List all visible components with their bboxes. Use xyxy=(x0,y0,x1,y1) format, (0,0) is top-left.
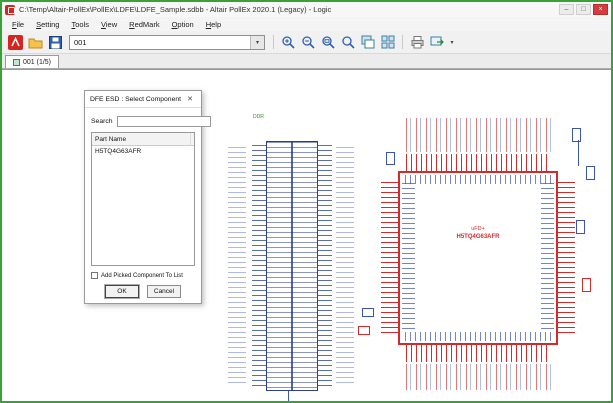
ic-label: uFD+ H5TQ4G63AFR xyxy=(400,225,556,242)
sheet-combobox-value: 001 xyxy=(74,38,87,47)
ic-pin-names-right xyxy=(541,183,554,333)
passive-component xyxy=(386,152,395,165)
passive-component xyxy=(576,220,585,234)
window-title: C:\Temp\Altair-PollEx\PollEx\LDFE\LDFE_S… xyxy=(19,5,331,14)
altair-logo-icon[interactable] xyxy=(6,33,24,51)
connector-pins-left xyxy=(252,145,266,387)
menu-redmark[interactable]: RedMark xyxy=(123,19,165,30)
tab-label: 001 (1/5) xyxy=(23,59,51,66)
ic-pins-right xyxy=(558,182,575,334)
select-component-dialog: DFE ESD : Select Component ✕ Search Part… xyxy=(84,90,202,304)
menu-bar: File Setting Tools View RedMark Option H… xyxy=(2,17,611,31)
ok-button[interactable]: OK xyxy=(105,285,139,298)
ic-pin-names-bottom xyxy=(405,332,551,341)
menu-setting[interactable]: Setting xyxy=(30,19,65,30)
passive-component xyxy=(572,128,581,142)
menu-help[interactable]: Help xyxy=(200,19,227,30)
ic-top-net-stubs xyxy=(406,118,556,152)
connector-body xyxy=(266,141,318,391)
checkbox-label: Add Picked Component To List xyxy=(101,273,183,279)
app-window: C:\Temp\Altair-PollEx\PollEx\LDFE\LDFE_S… xyxy=(0,0,613,403)
connector-pins-right xyxy=(318,145,332,387)
toolbar-separator xyxy=(273,35,274,49)
wire xyxy=(288,391,289,401)
maximize-button[interactable]: □ xyxy=(576,4,591,15)
net-class-note: DDR xyxy=(253,114,264,120)
save-icon[interactable] xyxy=(46,33,64,51)
dialog-title: DFE ESD : Select Component xyxy=(90,96,181,103)
sheet-tab-bar: 001 (1/5) xyxy=(2,54,611,69)
passive-component xyxy=(358,326,370,335)
toolbar-separator xyxy=(402,35,403,49)
cascade-windows-icon[interactable] xyxy=(359,33,377,51)
zoom-in-icon[interactable] xyxy=(279,33,297,51)
menu-file[interactable]: File xyxy=(6,19,30,30)
ddr-connector-symbol[interactable] xyxy=(252,141,332,391)
export-icon[interactable] xyxy=(428,33,446,51)
tab-sheet-001[interactable]: 001 (1/5) xyxy=(5,55,59,68)
toolbar-overflow-arrow[interactable]: ▾ xyxy=(448,39,456,46)
main-toolbar: 001 ▾ ▾ xyxy=(2,31,611,54)
ic-pins-left xyxy=(381,182,398,334)
ic-ref-label: uFD+ xyxy=(400,225,556,233)
schematic-canvas[interactable]: DDR uFD+ H5TQ4G63AFR xyxy=(2,69,611,401)
list-header-part-name[interactable]: Part Name xyxy=(92,133,194,146)
dialog-title-bar[interactable]: DFE ESD : Select Component ✕ xyxy=(85,91,201,108)
passive-component xyxy=(586,166,595,180)
passive-component xyxy=(582,278,591,292)
ic-pin-names-top xyxy=(405,175,551,184)
tile-windows-icon[interactable] xyxy=(379,33,397,51)
zoom-fit-icon[interactable] xyxy=(339,33,357,51)
title-bar[interactable]: C:\Temp\Altair-PollEx\PollEx\LDFE\LDFE_S… xyxy=(2,2,611,17)
sheet-combobox[interactable]: 001 ▾ xyxy=(69,35,265,50)
ic-pins-bottom xyxy=(406,345,550,362)
zoom-out-icon[interactable] xyxy=(299,33,317,51)
menu-view[interactable]: View xyxy=(95,19,123,30)
column-divider xyxy=(190,133,191,145)
connector-net-labels-left xyxy=(228,147,246,385)
list-item[interactable]: H5TQ4G63AFR xyxy=(92,146,194,157)
passive-component xyxy=(362,308,374,317)
checkbox-icon[interactable] xyxy=(91,272,98,279)
dialog-close-icon[interactable]: ✕ xyxy=(184,93,196,105)
search-input[interactable] xyxy=(117,116,211,127)
minimize-button[interactable]: – xyxy=(559,4,574,15)
zoom-window-icon[interactable] xyxy=(319,33,337,51)
ic-pins-top xyxy=(406,154,550,171)
component-listbox[interactable]: Part Name H5TQ4G63AFR xyxy=(91,132,195,266)
add-picked-checkbox-row[interactable]: Add Picked Component To List xyxy=(91,272,195,279)
connector-net-labels-right xyxy=(336,147,354,385)
ic-part-label: H5TQ4G63AFR xyxy=(400,233,556,242)
sheet-icon xyxy=(13,59,20,66)
chevron-down-icon[interactable]: ▾ xyxy=(250,36,264,49)
close-button[interactable]: × xyxy=(593,4,608,15)
menu-tools[interactable]: Tools xyxy=(65,19,95,30)
cancel-button[interactable]: Cancel xyxy=(147,285,181,298)
open-file-icon[interactable] xyxy=(26,33,44,51)
menu-option[interactable]: Option xyxy=(166,19,200,30)
ic-pin-names-left xyxy=(402,183,415,333)
app-logo-icon xyxy=(5,5,15,15)
print-icon[interactable] xyxy=(408,33,426,51)
search-label: Search xyxy=(91,118,113,125)
ic-bottom-net-stubs xyxy=(406,364,556,390)
wire xyxy=(578,140,579,166)
memory-ic-symbol[interactable]: uFD+ H5TQ4G63AFR xyxy=(398,171,558,345)
